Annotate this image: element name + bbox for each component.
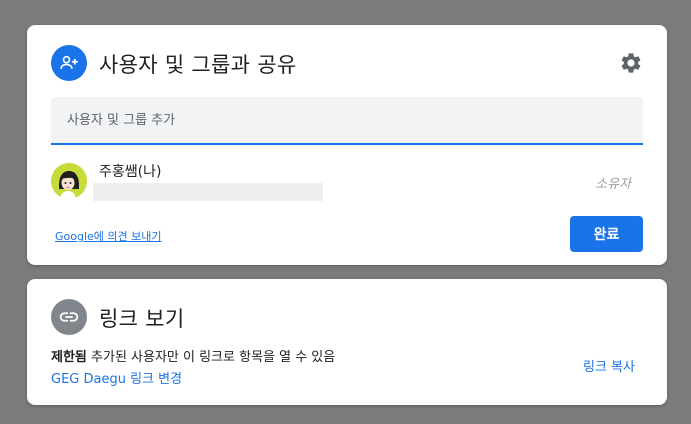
change-link-button[interactable]: GEG Daegu 링크 변경	[51, 368, 182, 387]
person-email-redacted	[93, 183, 323, 201]
share-title: 사용자 및 그룹과 공유	[99, 53, 297, 77]
restriction-level[interactable]: 제한됨	[51, 350, 87, 365]
link-title: 링크 보기	[99, 307, 185, 331]
avatar: 주	[51, 163, 87, 199]
svg-text:주: 주	[73, 186, 77, 191]
person-name: 주홍쌤(나)	[99, 164, 162, 180]
send-feedback-link[interactable]: Google에 의견 보내기	[55, 228, 162, 244]
done-button[interactable]: 완료	[570, 216, 643, 252]
share-dialog: 사용자 및 그룹과 공유 주 주홍쌤(나) 소유자 Google에 의견	[27, 25, 667, 265]
person-row-owner: 주 주홍쌤(나) 소유자	[51, 161, 643, 205]
link-icon	[51, 299, 87, 335]
restriction-description: 추가된 사용자만 이 링크로 항목을 열 수 있음	[86, 350, 336, 365]
gear-icon[interactable]	[619, 51, 643, 75]
link-settings-card: 링크 보기 제한됨 추가된 사용자만 이 링크로 항목을 열 수 있음 GEG …	[27, 279, 667, 405]
add-people-field[interactable]	[51, 97, 643, 145]
add-people-input[interactable]	[51, 97, 643, 143]
copy-link-button[interactable]: 링크 복사	[583, 356, 635, 375]
link-restriction-text: 제한됨 추가된 사용자만 이 링크로 항목을 열 수 있음	[51, 346, 335, 365]
role-label: 소유자	[595, 177, 631, 192]
person-add-icon	[51, 45, 87, 81]
